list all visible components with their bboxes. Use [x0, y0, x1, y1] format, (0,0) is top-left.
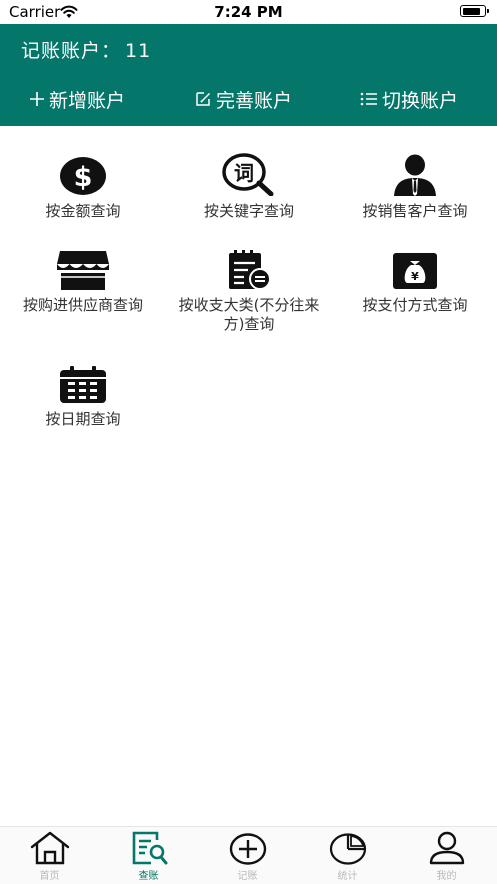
tab-ledger[interactable]: 查账	[99, 827, 198, 884]
query-by-supplier-label: 按购进供应商查询	[22, 296, 143, 314]
query-by-category[interactable]: 按收支大类(不分往来方)查询	[166, 246, 332, 334]
calendar-icon	[0, 360, 166, 404]
tab-home-label: 首页	[39, 871, 60, 882]
switch-account-button[interactable]: 切换账户	[360, 84, 458, 114]
add-account-label: 新增账户	[49, 89, 126, 112]
tab-ledger-label: 查账	[138, 871, 159, 882]
edit-icon	[194, 90, 212, 108]
plus-icon	[29, 91, 45, 107]
battery-icon	[460, 5, 489, 17]
tab-record-label: 记账	[237, 871, 258, 882]
add-circle-icon	[198, 827, 297, 865]
complete-account-button[interactable]: 完善账户	[194, 84, 292, 114]
tab-mine-label: 我的	[436, 871, 457, 882]
svg-text:词: 词	[234, 161, 254, 185]
account-actions: 新增账户 完善账户 切换账户	[0, 84, 497, 114]
query-by-keyword-label: 按关键字查询	[203, 202, 294, 220]
store-icon	[0, 246, 166, 290]
dollar-icon: $	[0, 152, 166, 196]
query-by-supplier[interactable]: 按购进供应商查询	[0, 246, 166, 315]
query-by-date-label: 按日期查询	[45, 410, 121, 428]
svg-text:¥: ¥	[411, 270, 419, 283]
query-by-payment-method-label: 按支付方式查询	[362, 296, 468, 314]
yen-bag-icon: ¥	[332, 246, 497, 290]
status-bar: Carrier 7:24 PM	[0, 0, 497, 24]
category-icon	[166, 246, 332, 290]
complete-account-label: 完善账户	[216, 89, 293, 112]
query-by-customer-label: 按销售客户查询	[362, 202, 468, 220]
clock: 7:24 PM	[214, 3, 283, 21]
query-by-payment-method[interactable]: ¥ 按支付方式查询	[332, 246, 497, 315]
user-icon	[397, 827, 496, 865]
customer-icon	[332, 152, 497, 196]
account-header: 记账账户： 11 新增账户 完善账户 切换账户	[0, 24, 497, 126]
list-icon	[360, 91, 378, 107]
svg-text:$: $	[74, 162, 93, 193]
account-title-label: 记账账户：	[21, 40, 122, 62]
account-title: 记账账户： 11	[21, 36, 151, 63]
tab-mine[interactable]: 我的	[397, 827, 496, 884]
tab-home[interactable]: 首页	[0, 827, 99, 884]
tab-bar: 首页 查账 记账 统计 我的	[0, 826, 497, 884]
pie-chart-icon	[298, 827, 397, 865]
query-by-category-label: 按收支大类(不分往来方)查询	[178, 296, 320, 333]
account-count: 11	[125, 40, 152, 62]
tab-stats-label: 统计	[337, 871, 358, 882]
query-by-date[interactable]: 按日期查询	[0, 360, 166, 429]
tab-record[interactable]: 记账	[198, 827, 297, 884]
ledger-search-icon	[99, 827, 198, 865]
query-by-customer[interactable]: 按销售客户查询	[332, 152, 497, 221]
keyword-search-icon: 词	[166, 152, 332, 196]
query-by-amount[interactable]: $ 按金额查询	[0, 152, 166, 221]
query-by-keyword[interactable]: 词 按关键字查询	[166, 152, 332, 221]
switch-account-label: 切换账户	[382, 89, 459, 112]
add-account-button[interactable]: 新增账户	[29, 84, 125, 114]
query-by-amount-label: 按金额查询	[45, 202, 121, 220]
tab-stats[interactable]: 统计	[298, 827, 397, 884]
home-icon	[0, 827, 99, 865]
